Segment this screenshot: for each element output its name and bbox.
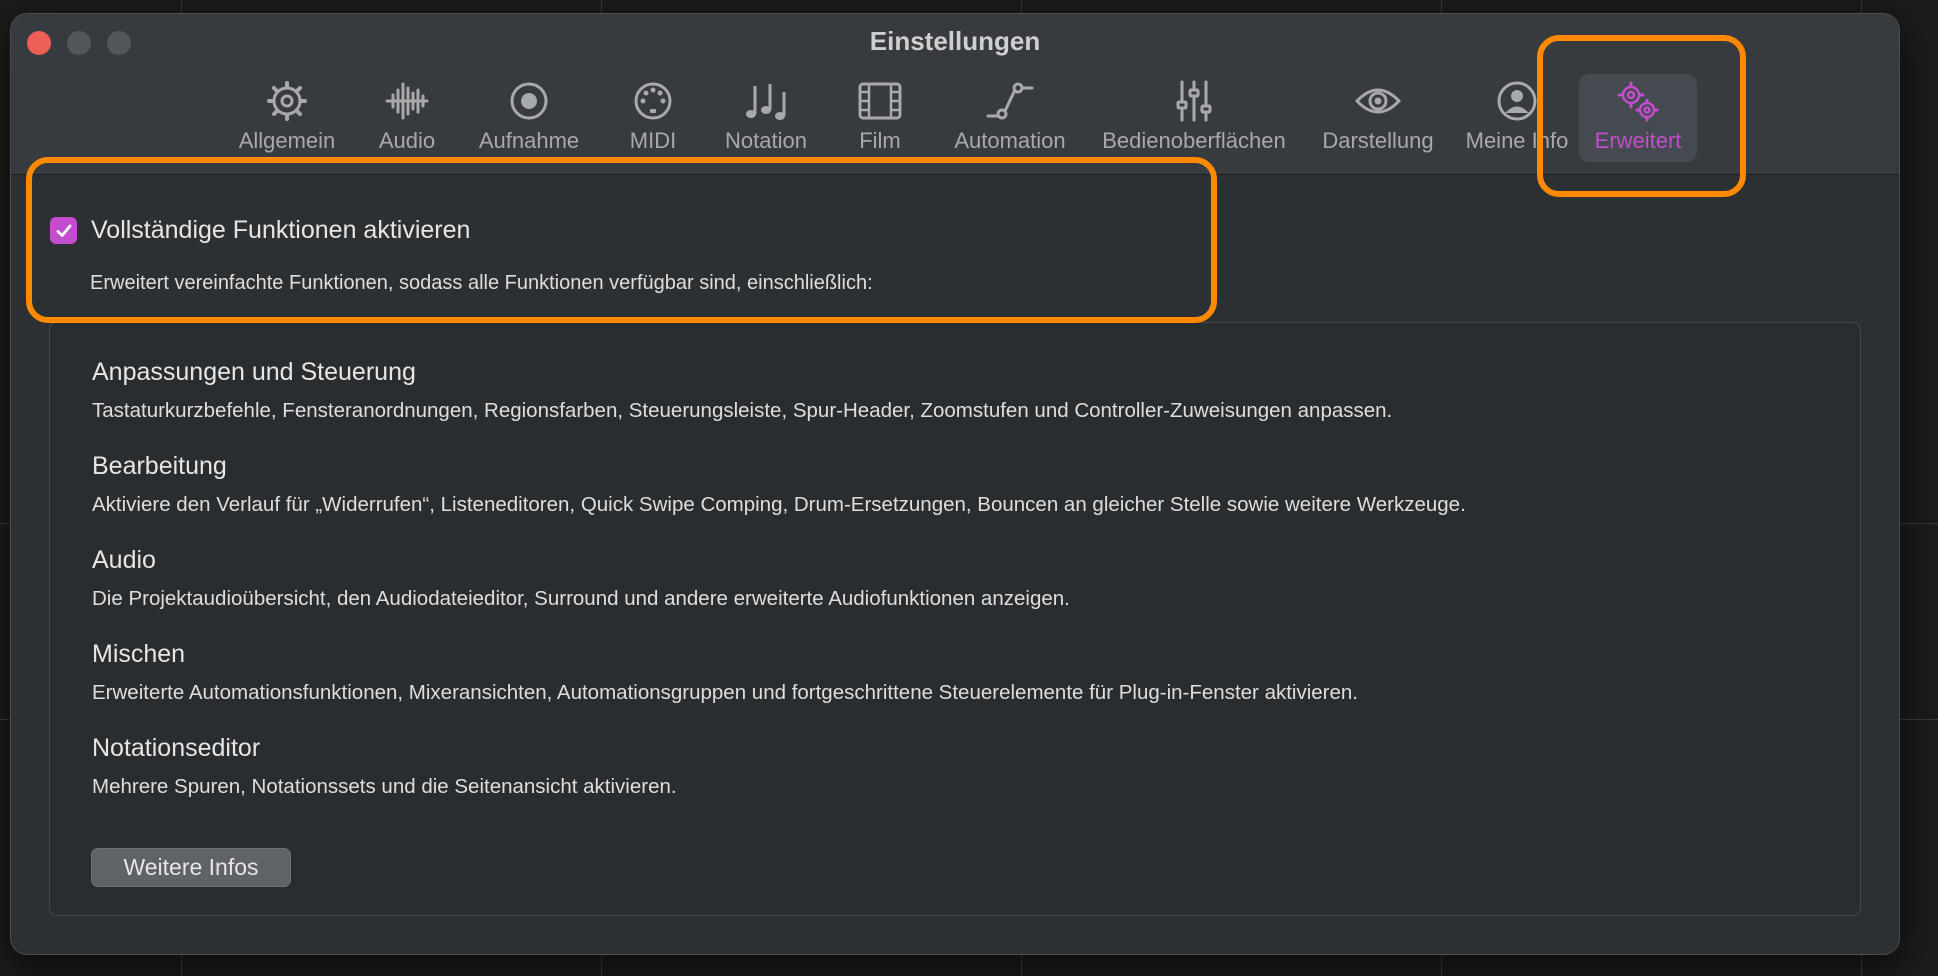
tab-audio[interactable]: Audio bbox=[367, 74, 447, 162]
tab-bedienoberflaechen[interactable]: Bedienoberflächen bbox=[1084, 74, 1304, 162]
features-panel: Anpassungen und Steuerung Tastaturkurzbe… bbox=[49, 322, 1861, 916]
midi-port-icon bbox=[634, 82, 672, 120]
tab-film[interactable]: Film bbox=[840, 74, 920, 162]
gear-icon bbox=[267, 81, 307, 121]
tab-aufnahme[interactable]: Aufnahme bbox=[469, 74, 589, 162]
music-notes-icon bbox=[746, 84, 786, 120]
preferences-toolbar: Allgemein Audio Aufnahme MIDI Notation F… bbox=[11, 74, 1899, 174]
film-icon bbox=[858, 82, 902, 120]
section-anpassungen: Anpassungen und Steuerung Tastaturkurzbe… bbox=[92, 358, 1392, 423]
tab-label: Aufnahme bbox=[478, 128, 580, 153]
section-title: Notationseditor bbox=[92, 734, 261, 762]
settings-window: Einstellungen Allgemein Audio Aufnahme M… bbox=[11, 14, 1899, 954]
titlebar: Einstellungen Allgemein Audio Aufnahme M… bbox=[11, 14, 1899, 175]
tab-label: MIDI bbox=[629, 128, 677, 153]
tab-darstellung[interactable]: Darstellung bbox=[1313, 74, 1443, 162]
section-title: Audio bbox=[92, 546, 156, 574]
record-icon bbox=[510, 82, 548, 120]
full-features-label: Vollständige Funktionen aktivieren bbox=[91, 216, 471, 244]
tab-label: Bedienoberflächen bbox=[1102, 128, 1286, 153]
section-title: Bearbeitung bbox=[92, 452, 227, 480]
section-title: Anpassungen und Steuerung bbox=[92, 358, 416, 386]
waveform-icon bbox=[385, 82, 429, 120]
tab-label: Erweitert bbox=[1594, 128, 1682, 153]
tab-label: Film bbox=[859, 128, 901, 153]
full-features-checkbox[interactable] bbox=[50, 217, 77, 244]
section-description: Tastaturkurzbefehle, Fensteranordnungen,… bbox=[92, 399, 1393, 422]
tab-erweitert[interactable]: Erweitert bbox=[1579, 74, 1697, 162]
tab-meine-info[interactable]: Meine Info bbox=[1457, 74, 1577, 162]
automation-curve-icon bbox=[986, 82, 1034, 120]
section-description: Aktiviere den Verlauf für „Widerrufen“, … bbox=[92, 493, 1466, 516]
checkmark-icon bbox=[56, 224, 71, 237]
tab-label: Automation bbox=[954, 128, 1066, 153]
tab-label: Audio bbox=[378, 128, 436, 153]
section-mischen: Mischen Erweiterte Automationsfunktionen… bbox=[92, 640, 1358, 705]
sliders-icon bbox=[1176, 80, 1212, 122]
section-bearbeitung: Bearbeitung Aktiviere den Verlauf für „W… bbox=[92, 452, 1466, 517]
tab-label: Meine Info bbox=[1465, 128, 1569, 153]
tab-label: Darstellung bbox=[1322, 128, 1434, 153]
tab-label: Notation bbox=[725, 128, 807, 153]
more-info-button[interactable]: Weitere Infos bbox=[91, 848, 291, 887]
section-description: Mehrere Spuren, Notationssets und die Se… bbox=[92, 775, 677, 798]
section-title: Mischen bbox=[92, 640, 186, 668]
person-icon bbox=[1497, 81, 1537, 121]
section-description: Erweiterte Automationsfunktionen, Mixera… bbox=[92, 681, 1358, 704]
tab-label: Allgemein bbox=[238, 128, 336, 153]
window-title: Einstellungen bbox=[869, 26, 1041, 56]
tab-allgemein[interactable]: Allgemein bbox=[222, 74, 352, 162]
full-features-row[interactable]: Vollständige Funktionen aktivieren bbox=[50, 216, 470, 245]
gears-icon bbox=[1617, 81, 1659, 122]
tab-notation[interactable]: Notation bbox=[716, 74, 816, 162]
section-audio: Audio Die Projektaudioübersicht, den Aud… bbox=[92, 546, 1070, 611]
section-description: Die Projektaudioübersicht, den Audiodate… bbox=[92, 587, 1070, 610]
tab-automation[interactable]: Automation bbox=[945, 74, 1075, 162]
section-notationseditor: Notationseditor Mehrere Spuren, Notation… bbox=[92, 734, 677, 799]
full-features-description: Erweitert vereinfachte Funktionen, sodas… bbox=[90, 272, 873, 294]
tab-midi[interactable]: MIDI bbox=[613, 74, 693, 162]
eye-icon bbox=[1354, 88, 1402, 114]
